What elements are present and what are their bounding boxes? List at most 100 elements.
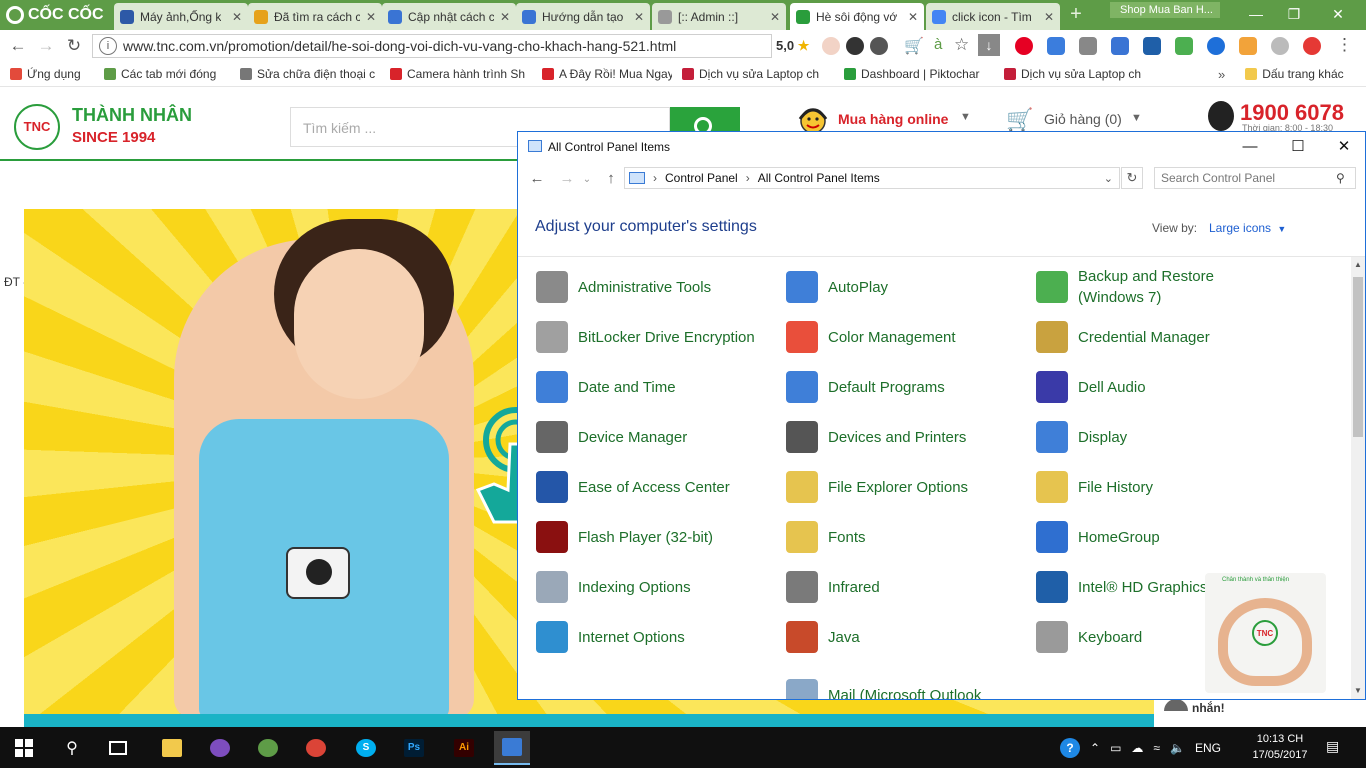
reload-icon[interactable]: ↻ (64, 36, 84, 56)
extension-icon[interactable] (1143, 37, 1161, 55)
close-icon[interactable]: ✕ (1321, 136, 1365, 158)
breadcrumb-item[interactable]: All Control Panel Items (758, 171, 880, 185)
translate-icon[interactable]: à (934, 36, 942, 53)
tab-close-icon[interactable]: ✕ (494, 10, 510, 24)
bookmark-item[interactable]: Dịch vụ sửa Laptop ch (1004, 67, 1154, 81)
new-tab-button[interactable]: + (1066, 4, 1086, 24)
browser-tab[interactable]: Hè sôi động vớ ✕ (790, 3, 924, 30)
bookmark-star-icon[interactable]: ☆ (954, 35, 969, 55)
extension-icon[interactable] (1207, 37, 1225, 55)
control-panel-item[interactable]: HomeGroup (1036, 517, 1160, 557)
control-panel-item[interactable]: Keyboard (1036, 617, 1142, 657)
control-panel-item[interactable]: Devices and Printers (786, 417, 966, 457)
control-panel-item[interactable]: Java (786, 617, 860, 657)
control-panel-item[interactable]: Color Management (786, 317, 956, 357)
control-panel-item[interactable]: Indexing Options (536, 567, 691, 607)
minimize-icon[interactable]: — (1227, 136, 1273, 158)
control-panel-item[interactable]: Infrared (786, 567, 880, 607)
tab-close-icon[interactable]: ✕ (902, 10, 918, 24)
notification-icon[interactable]: ▤ (1326, 738, 1339, 755)
avatar[interactable] (846, 37, 864, 55)
browser-tab[interactable]: click icon - Tìm ✕ (926, 3, 1060, 30)
back-icon[interactable]: ← (8, 36, 28, 56)
start-button[interactable] (6, 731, 42, 765)
bookmark-item[interactable]: Camera hành trình Sh (390, 67, 532, 81)
control-panel-item[interactable]: Display (1036, 417, 1127, 457)
search-input[interactable]: Search Control Panel (1154, 167, 1356, 189)
chevron-up-icon[interactable]: ⌃ (1090, 741, 1100, 755)
bookmark-item[interactable]: Các tab mới đóng (104, 67, 230, 81)
taskbar-app-file-explorer[interactable] (154, 731, 190, 765)
avatar[interactable] (870, 37, 888, 55)
coccoc-brand[interactable]: CỐC CỐC (0, 0, 112, 30)
cart-link[interactable]: Giỏ hàng (0) (1044, 111, 1122, 127)
taskbar-app-chrome[interactable] (298, 731, 334, 765)
scrollbar-thumb[interactable] (1353, 277, 1363, 437)
search-icon[interactable]: ⚲ (1336, 171, 1345, 185)
scroll-up-icon[interactable]: ▲ (1354, 260, 1362, 269)
bookmark-item[interactable]: Dịch vụ sửa Laptop ch (682, 67, 834, 81)
control-panel-item[interactable]: Backup and Restore (Windows 7) (1036, 263, 1228, 311)
back-icon[interactable]: ← (526, 170, 548, 187)
control-panel-item[interactable]: Default Programs (786, 367, 945, 407)
address-bar[interactable]: i www.tnc.com.vn/promotion/detail/he-soi… (92, 34, 772, 58)
taskbar-app-coccoc[interactable] (250, 731, 286, 765)
control-panel-item[interactable]: Credential Manager (1036, 317, 1210, 357)
control-panel-item[interactable]: File History (1036, 467, 1153, 507)
address-bar[interactable]: › Control Panel › All Control Panel Item… (624, 167, 1120, 189)
view-by-dropdown[interactable]: Large icons ▼ (1209, 221, 1286, 235)
download-icon[interactable]: ↓ (978, 34, 1000, 56)
chevron-down-icon[interactable]: ⌄ (576, 174, 598, 185)
extension-icon[interactable] (1175, 37, 1193, 55)
control-panel-item[interactable]: Device Manager (536, 417, 687, 457)
control-panel-item[interactable]: Dell Audio (1036, 367, 1146, 407)
control-panel-item[interactable]: AutoPlay (786, 267, 888, 307)
control-panel-item[interactable]: Fonts (786, 517, 866, 557)
taskbar-app-control-panel[interactable] (494, 731, 530, 765)
control-panel-item[interactable]: Internet Options (536, 617, 685, 657)
bookmark-item[interactable]: Sửa chữa điện thoại c (240, 67, 380, 81)
help-icon[interactable]: ? (1060, 738, 1080, 758)
browser-tab[interactable]: [:: Admin ::] ✕ (652, 3, 786, 30)
control-panel-item[interactable]: Intel® HD Graphics (1036, 567, 1207, 607)
chevron-down-icon[interactable]: ⌄ (1104, 172, 1113, 185)
browser-tab[interactable]: Đã tìm ra cách c ✕ (248, 3, 382, 30)
cart-icon[interactable]: 🛒 (1006, 107, 1033, 133)
tab-close-icon[interactable]: ✕ (764, 10, 780, 24)
control-panel-item[interactable]: Ease of Access Center (536, 467, 730, 507)
breadcrumb-item[interactable]: Control Panel (665, 171, 738, 185)
taskbar-app-viber[interactable] (202, 731, 238, 765)
extension-icon[interactable] (1271, 37, 1289, 55)
tab-close-icon[interactable]: ✕ (628, 10, 644, 24)
browser-tab[interactable]: Máy ảnh,Ống k ✕ (114, 3, 248, 30)
battery-icon[interactable]: ▭ (1110, 741, 1121, 755)
cart-extension-icon[interactable]: 🛒 (904, 36, 924, 56)
task-view-icon[interactable] (100, 731, 136, 765)
taskbar-app-photoshop[interactable]: Ps (396, 731, 432, 765)
minimize-icon[interactable]: — (1244, 4, 1268, 24)
online-shopping-link[interactable]: Mua hàng online (838, 111, 948, 127)
maximize-icon[interactable]: ❐ (1282, 4, 1306, 24)
extension-icon[interactable] (1047, 37, 1065, 55)
maximize-icon[interactable]: ☐ (1275, 136, 1321, 158)
tab-close-icon[interactable]: ✕ (360, 10, 376, 24)
profile-button[interactable]: Shop Mua Ban H... (1110, 2, 1220, 18)
bookmark-item[interactable]: Dashboard | Piktochar (844, 67, 994, 81)
forward-icon[interactable]: → (556, 170, 578, 187)
forward-icon[interactable]: → (36, 36, 56, 56)
cloud-icon[interactable]: ☁ (1131, 741, 1143, 755)
up-icon[interactable]: ↑ (600, 170, 622, 187)
control-panel-item[interactable]: Mail (Microsoft Outlook (786, 675, 981, 699)
clock[interactable]: 10:13 CH 17/05/2017 (1252, 731, 1308, 763)
bookmarks-more-icon[interactable]: » (1218, 67, 1225, 82)
site-info-icon[interactable]: i (99, 37, 117, 55)
pinterest-icon[interactable] (1015, 37, 1033, 55)
extension-icon[interactable] (1079, 37, 1097, 55)
chat-label[interactable]: nhắn! (1192, 701, 1225, 715)
tab-close-icon[interactable]: ✕ (226, 10, 242, 24)
control-panel-item[interactable]: File Explorer Options (786, 467, 968, 507)
wifi-icon[interactable]: ≈ (1153, 741, 1160, 755)
chevron-down-icon[interactable]: ▼ (1131, 112, 1142, 124)
browser-tab[interactable]: Cập nhật cách c ✕ (382, 3, 516, 30)
tab-close-icon[interactable]: ✕ (1038, 10, 1054, 24)
